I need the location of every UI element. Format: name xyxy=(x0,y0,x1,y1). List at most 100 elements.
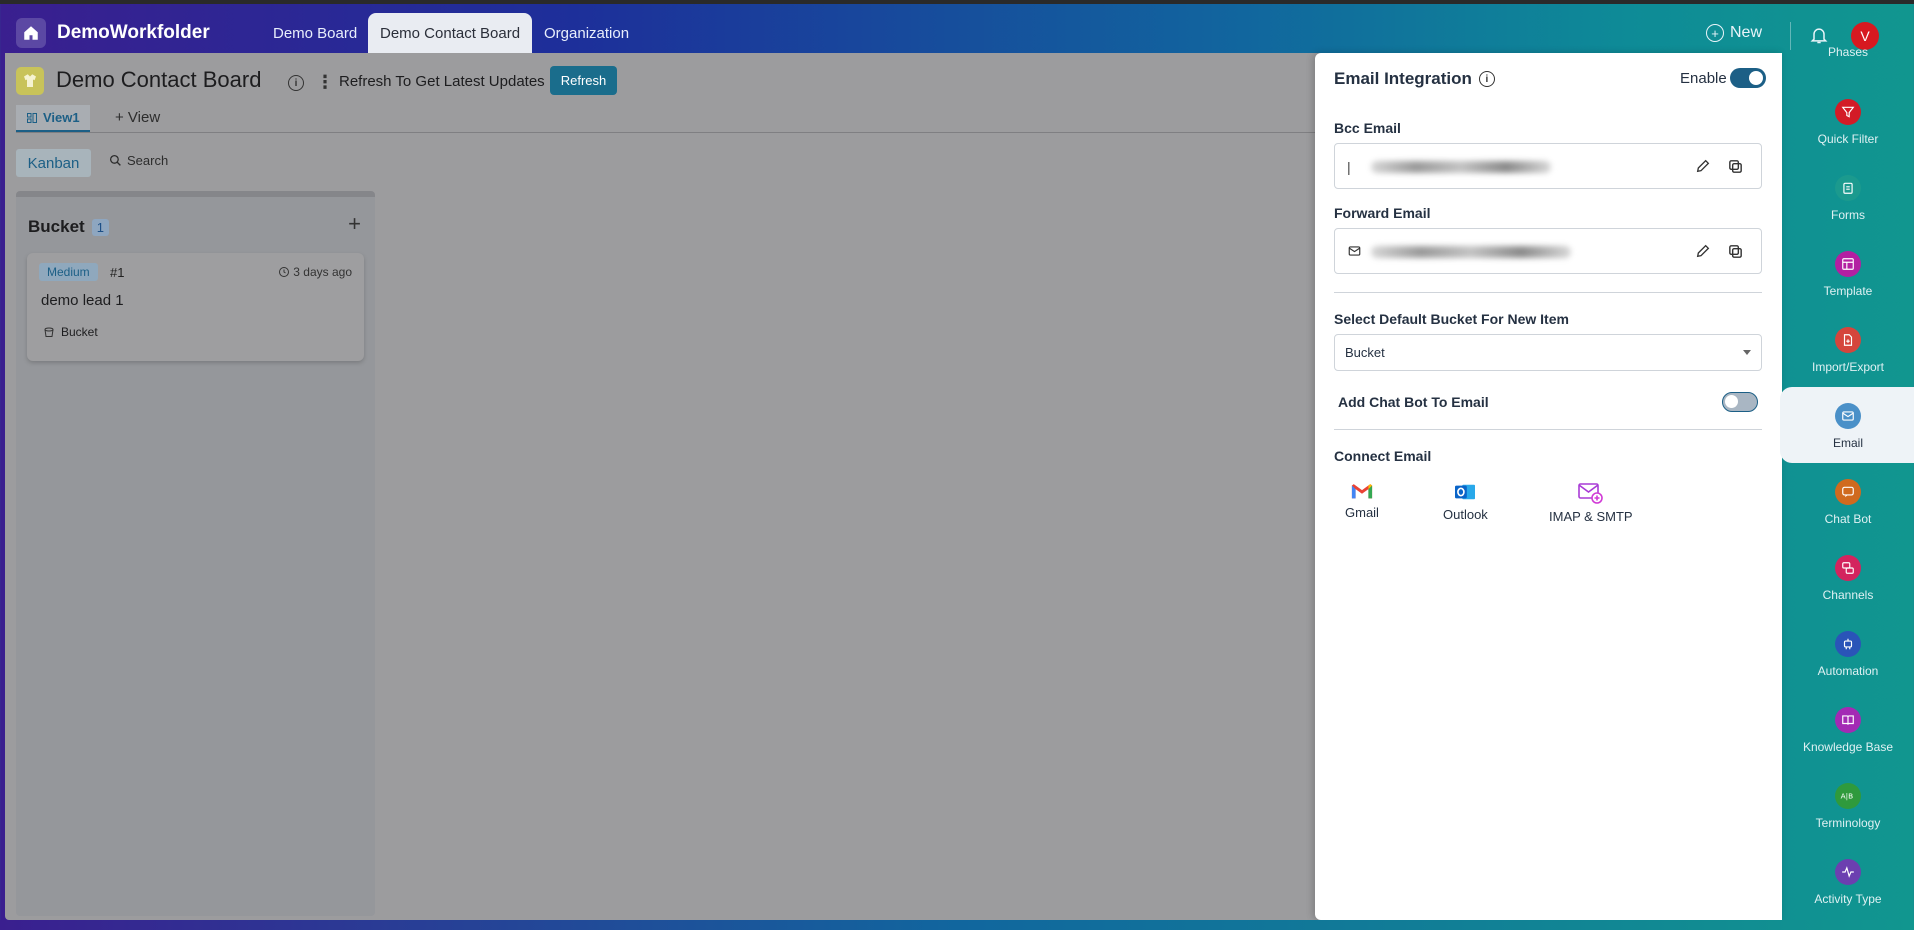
lead-card[interactable]: Medium #1 3 days ago demo lead 1 Bucket xyxy=(27,253,364,361)
text-cursor-icon: | xyxy=(1347,159,1351,175)
refresh-button[interactable]: Refresh xyxy=(550,66,617,95)
bcc-email-field[interactable]: | xyxy=(1334,143,1762,189)
copy-icon[interactable] xyxy=(1727,158,1744,175)
refresh-message: Refresh To Get Latest Updates xyxy=(339,73,545,90)
svg-text:A|B: A|B xyxy=(1841,792,1854,801)
sidebar-item-email[interactable]: Email xyxy=(1780,387,1914,463)
bucket-count-badge: 1 xyxy=(91,218,109,236)
default-bucket-value: Bucket xyxy=(1345,345,1385,360)
outlook-label: Outlook xyxy=(1443,507,1488,522)
priority-badge: Medium xyxy=(39,263,98,281)
default-bucket-select[interactable]: Bucket xyxy=(1334,334,1762,371)
divider xyxy=(16,132,1316,133)
forward-email-label: Forward Email xyxy=(1334,205,1431,221)
outlook-option[interactable]: Outlook xyxy=(1443,482,1488,522)
enable-toggle[interactable] xyxy=(1730,68,1766,88)
forward-email-field[interactable] xyxy=(1334,228,1762,274)
home-icon xyxy=(24,26,38,40)
sidebar-item-label: Activity Type xyxy=(1814,892,1882,906)
connect-email-label: Connect Email xyxy=(1334,448,1432,464)
board-icon xyxy=(16,67,44,95)
bucket-column: Bucket 1 + Medium #1 3 days ago demo lea… xyxy=(16,191,375,916)
sidebar-item-label: Quick Filter xyxy=(1817,132,1879,146)
tab-organization[interactable]: Organization xyxy=(532,13,641,53)
tab-demo-board[interactable]: Demo Board xyxy=(261,13,369,53)
sidebar-item-activity-type[interactable]: Activity Type xyxy=(1782,843,1914,919)
right-sidebar: Phases Quick Filter Forms Template Impor… xyxy=(1780,45,1914,920)
sidebar-item-automation[interactable]: Automation xyxy=(1782,615,1914,691)
sidebar-item-label: Email xyxy=(1832,436,1863,450)
copy-icon[interactable] xyxy=(1727,243,1744,260)
window-bottom-strip xyxy=(0,920,1914,930)
mail-icon xyxy=(1835,403,1861,429)
tab-view1[interactable]: View1 xyxy=(16,105,90,132)
gmail-icon xyxy=(1351,483,1373,499)
sidebar-item-terminology[interactable]: A|B Terminology xyxy=(1782,767,1914,843)
imap-smtp-option[interactable]: IMAP & SMTP xyxy=(1549,482,1633,524)
add-item-button[interactable]: + xyxy=(348,211,361,237)
tab-demo-contact-board[interactable]: Demo Contact Board xyxy=(368,13,533,53)
activity-icon xyxy=(1835,859,1861,885)
search-icon xyxy=(109,154,121,166)
sidebar-item-label: Chat Bot xyxy=(1824,512,1872,526)
sidebar-item-template[interactable]: Template xyxy=(1782,235,1914,311)
search-button[interactable]: Search xyxy=(109,153,168,168)
new-button[interactable]: + New xyxy=(1706,24,1762,42)
sidebar-item-label: Template xyxy=(1823,284,1873,298)
template-icon xyxy=(1835,251,1861,277)
sidebar-item-label: Channels xyxy=(1822,588,1874,602)
sidebar-item-label: Knowledge Base xyxy=(1802,740,1894,754)
sidebar-item-forms[interactable]: Forms xyxy=(1782,159,1914,235)
kanban-button[interactable]: Kanban xyxy=(16,149,91,177)
add-view-button[interactable]: + View xyxy=(115,109,160,126)
sidebar-item-import-export[interactable]: Import/Export xyxy=(1782,311,1914,387)
clipboard-icon xyxy=(1835,175,1861,201)
bucket-name: Bucket xyxy=(28,217,85,236)
chatbot-label: Add Chat Bot To Email xyxy=(1338,394,1489,410)
bucket-icon xyxy=(44,327,54,337)
sidebar-item-channels[interactable]: Channels xyxy=(1782,539,1914,615)
edit-icon[interactable] xyxy=(1695,158,1711,174)
sidebar-item-label: Automation xyxy=(1817,664,1879,678)
sidebar-item-chat-bot[interactable]: Chat Bot xyxy=(1782,463,1914,539)
import-export-icon xyxy=(1835,327,1861,353)
info-icon[interactable]: i xyxy=(288,75,304,91)
clock-icon xyxy=(279,267,290,277)
card-timestamp: 3 days ago xyxy=(278,265,352,279)
search-label: Search xyxy=(127,153,169,168)
sidebar-item-knowledge-base[interactable]: Knowledge Base xyxy=(1782,691,1914,767)
imap-smtp-label: IMAP & SMTP xyxy=(1549,509,1633,524)
terminology-icon: A|B xyxy=(1835,783,1861,809)
automation-icon xyxy=(1835,631,1861,657)
chatbot-toggle[interactable] xyxy=(1722,392,1758,412)
top-bar: DemoWorkfolder Demo Board Demo Contact B… xyxy=(0,4,1914,53)
plus-circle-icon: + xyxy=(1706,24,1724,42)
bucket-header: Bucket 1 xyxy=(28,217,109,237)
board-title: Demo Contact Board xyxy=(56,67,262,92)
channels-icon xyxy=(1835,555,1861,581)
home-button[interactable] xyxy=(16,18,46,48)
imap-icon xyxy=(1577,483,1603,504)
edit-icon[interactable] xyxy=(1695,243,1711,259)
sidebar-item-quick-filter[interactable]: Quick Filter xyxy=(1782,83,1914,159)
chat-bot-icon xyxy=(1835,479,1861,505)
gmail-label: Gmail xyxy=(1345,505,1379,520)
chevron-down-icon xyxy=(1743,350,1751,355)
gmail-option[interactable]: Gmail xyxy=(1345,482,1379,520)
bcc-email-label: Bcc Email xyxy=(1334,120,1401,136)
view-tab-label: View1 xyxy=(43,110,80,125)
sidebar-item-label: Import/Export xyxy=(1811,360,1885,374)
new-button-label: New xyxy=(1730,24,1763,41)
more-options-icon[interactable]: ⋮ xyxy=(316,72,334,93)
email-integration-panel: Email Integration i Enable Bcc Email | F… xyxy=(1315,53,1782,920)
card-time-label: 3 days ago xyxy=(293,265,352,279)
toggle-knob xyxy=(1725,395,1738,408)
book-icon xyxy=(1835,707,1861,733)
filter-icon xyxy=(1835,99,1861,125)
view-icon xyxy=(27,112,37,123)
info-icon[interactable]: i xyxy=(1478,71,1495,87)
card-title: demo lead 1 xyxy=(41,292,124,309)
toggle-knob xyxy=(1749,71,1763,85)
blurred-email-value xyxy=(1371,246,1571,258)
sidebar-item-phases[interactable]: Phases xyxy=(1782,45,1914,59)
